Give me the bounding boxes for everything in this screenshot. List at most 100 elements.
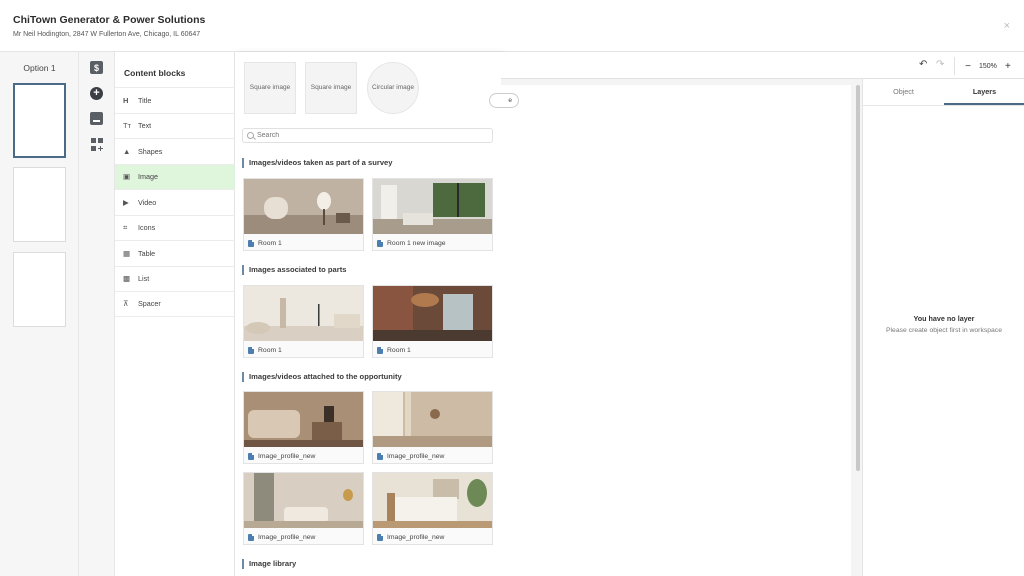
customer-title: ChiTown Generator & Power Solutions (13, 14, 206, 26)
square-image-option[interactable]: Square image (244, 62, 296, 114)
circular-image-option[interactable]: Circular image (367, 62, 419, 114)
empty-layers-text: Please create object first in workspace (886, 327, 1002, 334)
empty-layers-title: You have no layer (913, 314, 975, 323)
editor-toolbar: ↶ ↷ − 150% + (501, 52, 1024, 79)
properties-tabs: Object Layers (863, 79, 1024, 106)
list-icon: ▩ (123, 274, 131, 284)
tab-layers[interactable]: Layers (944, 79, 1024, 105)
options-column: Option 1 (0, 52, 79, 576)
image-file-icon (377, 453, 383, 460)
option-label: Option 1 (23, 63, 56, 73)
tool-rail: $ + (79, 52, 114, 576)
widgets-icon[interactable] (90, 138, 103, 151)
block-list[interactable]: ▩ List (115, 265, 235, 292)
modal-header: ChiTown Generator & Power Solutions Mr N… (0, 0, 1024, 52)
media-name: Image_profile_new (387, 534, 445, 541)
image-picker-panel: Square image Square image Circular image… (235, 52, 501, 576)
content-blocks-list: H Title Tт Text ▲ Shapes ▣ Image ▶ Video ⌗ Ico… (115, 87, 235, 317)
zoom-in-button[interactable]: + (1003, 61, 1013, 72)
block-label: Title (138, 95, 152, 105)
media-card[interactable]: Room 1 (243, 178, 364, 251)
media-card[interactable]: Image_profile_new (372, 391, 493, 464)
room-photo (373, 473, 492, 528)
block-text[interactable]: Tт Text (115, 112, 235, 139)
library-icon[interactable] (90, 112, 103, 125)
room-photo (373, 179, 492, 234)
canvas-pill-button[interactable]: e (489, 93, 519, 108)
room-photo (373, 392, 492, 447)
page-canvas[interactable]: e (489, 85, 851, 576)
zoom-control: − 150% + (954, 57, 1024, 75)
media-caption: Image_profile_new (377, 534, 444, 541)
block-image[interactable]: ▣ Image (115, 163, 235, 189)
media-card[interactable]: Room 1 (243, 285, 364, 358)
media-caption: Image_profile_new (248, 453, 315, 460)
media-name: Image_profile_new (387, 453, 445, 460)
room-photo (244, 179, 363, 234)
canvas-area: e (489, 52, 862, 576)
zoom-level: 150% (979, 62, 997, 70)
room-photo (244, 286, 363, 341)
media-name: Room 1 new image (387, 240, 446, 247)
block-label: Spacer (138, 299, 161, 309)
pricing-icon[interactable]: $ (90, 61, 103, 74)
block-shapes[interactable]: ▲ Shapes (115, 138, 235, 164)
media-name: Image_profile_new (258, 453, 316, 460)
close-icon[interactable]: × (1004, 20, 1010, 32)
media-name: Image_profile_new (258, 534, 316, 541)
block-spacer[interactable]: ⊼ Spacer (115, 291, 235, 317)
media-caption: Image_profile_new (377, 453, 444, 460)
redo-icon[interactable]: ↷ (936, 59, 944, 70)
block-label: Image (138, 172, 158, 182)
page-thumbnail-1[interactable] (13, 83, 66, 158)
icons-icon: ⌗ (123, 222, 128, 232)
shapes-icon: ▲ (123, 146, 131, 156)
undo-icon[interactable]: ↶ (919, 59, 927, 70)
image-file-icon (248, 453, 254, 460)
table-icon: ▦ (123, 248, 131, 258)
search-icon (247, 132, 254, 139)
block-label: Icons (138, 223, 156, 233)
section-title-survey: Images/videos taken as part of a survey (242, 158, 393, 168)
block-label: Text (138, 121, 152, 131)
image-search (242, 128, 493, 143)
image-file-icon (377, 240, 383, 247)
tab-object[interactable]: Object (863, 79, 944, 105)
block-table[interactable]: ▦ Table (115, 240, 235, 266)
search-input[interactable] (257, 132, 477, 139)
block-label: List (138, 274, 150, 284)
section-title-library: Image library (242, 559, 296, 569)
room-photo (244, 473, 363, 528)
image-file-icon (248, 534, 254, 541)
section-title-parts: Images associated to parts (242, 265, 347, 275)
block-label: Video (138, 197, 157, 207)
add-content-icon[interactable]: + (90, 87, 103, 100)
page-thumbnail-3[interactable] (13, 252, 66, 327)
zoom-out-button[interactable]: − (963, 61, 973, 72)
block-label: Shapes (138, 146, 163, 156)
video-icon: ▶ (123, 197, 129, 207)
media-card[interactable]: Image_profile_new (372, 472, 493, 545)
image-icon: ▣ (123, 172, 131, 182)
customer-address: Mr Neil Hodington, 2847 W Fullerton Ave,… (13, 31, 201, 38)
title-icon: H (123, 95, 129, 105)
room-photo (373, 286, 492, 341)
block-video[interactable]: ▶ Video (115, 189, 235, 215)
block-icons[interactable]: ⌗ Icons (115, 214, 235, 241)
text-icon: Tт (123, 121, 132, 131)
canvas-scrollbar[interactable] (856, 85, 860, 471)
content-blocks-heading: Content blocks (124, 68, 186, 78)
block-title[interactable]: H Title (115, 87, 235, 113)
page-thumbnail-2[interactable] (13, 167, 66, 242)
media-caption: Room 1 (248, 240, 282, 247)
media-card[interactable]: Room 1 new image (372, 178, 493, 251)
content-blocks-panel: Content blocks H Title Tт Text ▲ Shapes ▣ Im… (114, 52, 235, 576)
media-caption: Image_profile_new (248, 534, 315, 541)
media-caption: Room 1 (377, 347, 411, 354)
properties-panel: Object Layers You have no layer Please c… (862, 79, 1024, 576)
image-file-icon (377, 534, 383, 541)
media-card[interactable]: Room 1 (372, 285, 493, 358)
media-card[interactable]: Image_profile_new (243, 472, 364, 545)
square-image-option[interactable]: Square image (305, 62, 357, 114)
media-card[interactable]: Image_profile_new (243, 391, 364, 464)
